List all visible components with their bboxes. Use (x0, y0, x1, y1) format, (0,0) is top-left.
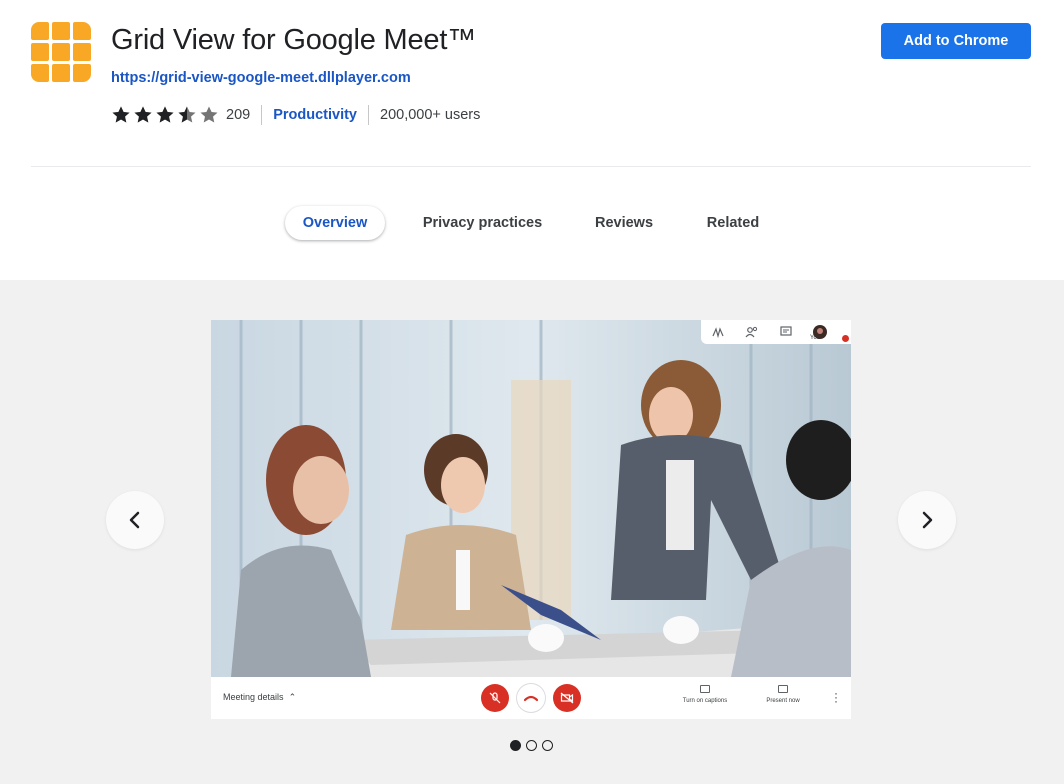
mic-off-button[interactable] (481, 684, 509, 712)
you-label: You (810, 335, 821, 341)
camera-off-icon (560, 692, 574, 704)
star-icon (156, 106, 174, 123)
present-now-button[interactable]: Present now (760, 685, 806, 704)
previous-slide-button[interactable] (106, 491, 164, 549)
captions-icon (700, 685, 710, 693)
chevron-right-icon (922, 511, 933, 529)
chevron-up-icon: ⌃ (288, 692, 297, 702)
tab-bar: Overview Privacy practices Reviews Relat… (0, 206, 1064, 242)
carousel-indicators (510, 740, 553, 751)
star-rating (111, 105, 219, 125)
extension-header: Grid View for Google Meet™ https://grid-… (0, 0, 1064, 168)
separator (261, 105, 263, 125)
present-label: Present now (766, 698, 800, 704)
category-link[interactable]: Productivity (273, 107, 357, 123)
meet-top-toolbar (701, 320, 851, 344)
people-icon[interactable] (745, 325, 759, 339)
separator (368, 105, 369, 125)
meta-row: 209 Productivity 200,000+ users (111, 104, 480, 126)
mic-off-badge-icon (842, 335, 849, 342)
tab-privacy-practices[interactable]: Privacy practices (412, 206, 553, 240)
carousel-dot-3[interactable] (542, 740, 553, 751)
star-icon (178, 106, 196, 123)
present-icon (778, 685, 788, 693)
hang-up-button[interactable] (517, 684, 545, 712)
chat-icon[interactable] (779, 325, 793, 339)
next-slide-button[interactable] (898, 491, 956, 549)
star-icon (134, 106, 152, 123)
meet-bottom-toolbar: Meeting details ⌃ Turn on captions Prese… (211, 677, 851, 719)
divider (31, 166, 1031, 167)
website-link[interactable]: https://grid-view-google-meet.dllplayer.… (111, 70, 411, 86)
chevron-left-icon (129, 511, 140, 529)
grid-logo-icon (31, 22, 91, 82)
carousel-dot-2[interactable] (526, 740, 537, 751)
add-to-chrome-button[interactable]: Add to Chrome (881, 23, 1031, 59)
carousel-dot-1[interactable] (510, 740, 521, 751)
tab-related[interactable]: Related (695, 206, 771, 240)
star-icon (200, 106, 218, 123)
meeting-details-button[interactable]: Meeting details ⌃ (223, 692, 296, 703)
extension-title: Grid View for Google Meet™ (111, 24, 476, 56)
tab-overview[interactable]: Overview (285, 206, 385, 240)
mic-off-icon (489, 692, 501, 704)
meeting-photo (211, 320, 851, 677)
hang-up-icon (524, 695, 538, 702)
user-count: 200,000+ users (380, 107, 481, 123)
tab-reviews[interactable]: Reviews (585, 206, 663, 240)
rating-count[interactable]: 209 (226, 107, 250, 123)
star-icon (112, 106, 130, 123)
meeting-details-label: Meeting details (223, 692, 284, 702)
captions-button[interactable]: Turn on captions (677, 685, 733, 704)
captions-label: Turn on captions (682, 698, 728, 704)
camera-off-button[interactable] (553, 684, 581, 712)
activities-icon[interactable] (711, 325, 725, 339)
more-options-icon[interactable]: · · · (834, 687, 838, 707)
gallery-slide[interactable]: You Meeting details ⌃ Turn on captions P… (211, 320, 851, 719)
